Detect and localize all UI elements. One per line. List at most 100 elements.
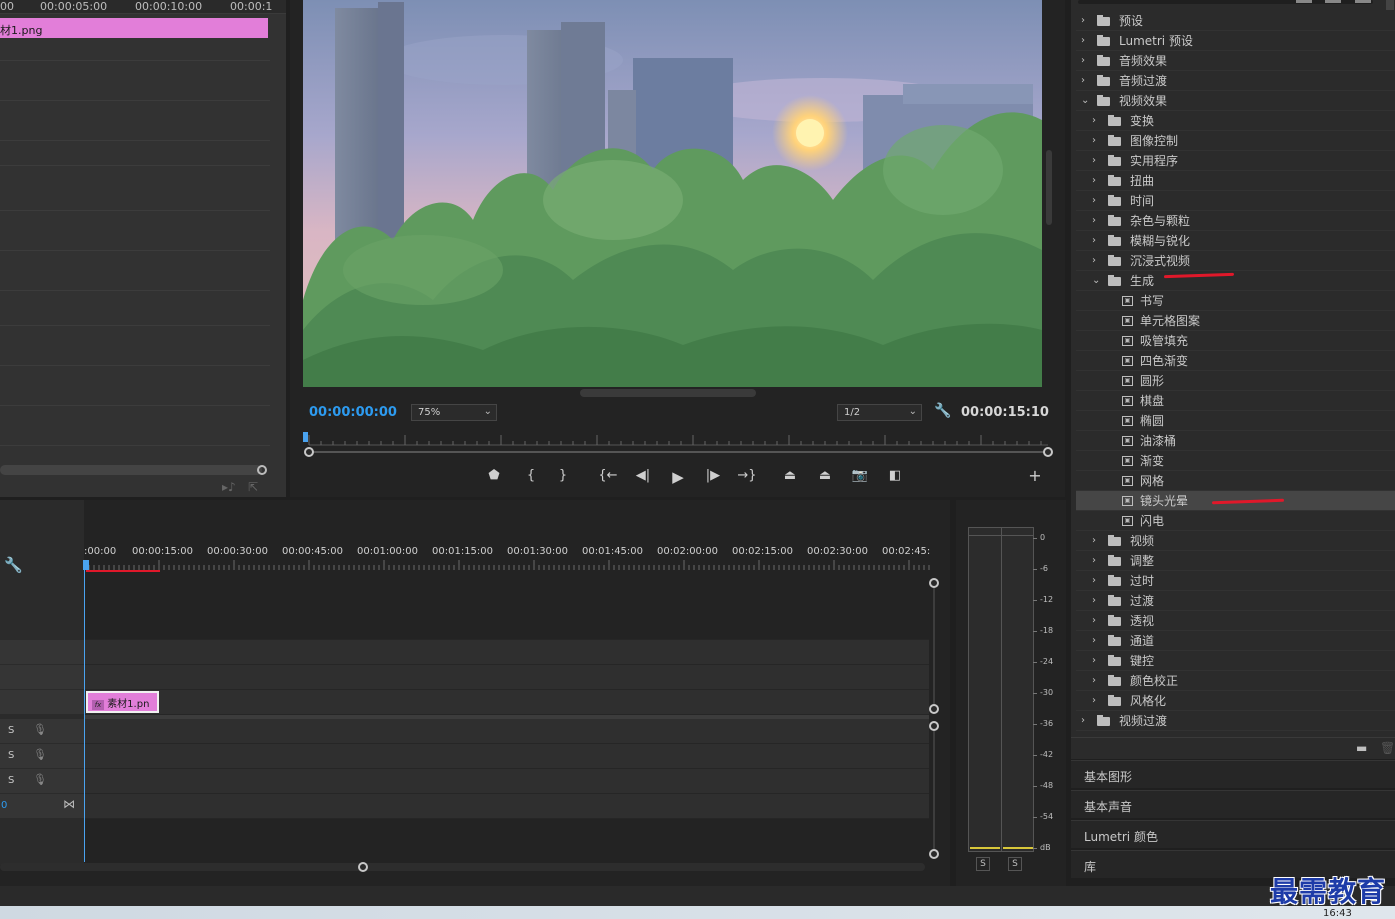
video-scroll-top-handle[interactable] bbox=[929, 578, 939, 588]
microphone-icon[interactable]: 🎙 bbox=[33, 723, 47, 736]
new-bin-icon[interactable] bbox=[1296, 0, 1312, 3]
solo-right-button[interactable]: S bbox=[1008, 857, 1022, 871]
effect-item[interactable]: › 图像控制 bbox=[1076, 131, 1395, 151]
effect-item[interactable]: ▣ 闪电 bbox=[1076, 511, 1395, 531]
microphone-icon[interactable]: 🎙 bbox=[33, 773, 47, 786]
lift-icon[interactable]: ⏏ bbox=[780, 468, 800, 483]
mark-out-icon[interactable]: } bbox=[553, 468, 573, 483]
timeline-zoom-handle[interactable] bbox=[358, 862, 368, 872]
track-header-a1[interactable]: S 🎙 bbox=[0, 719, 84, 744]
chevron-right-icon[interactable]: › bbox=[1092, 571, 1096, 591]
video-scrollbar[interactable] bbox=[933, 588, 935, 704]
source-scrollbar[interactable] bbox=[0, 465, 262, 475]
panel-lumetri-color[interactable]: Lumetri 颜色 bbox=[1071, 820, 1395, 848]
trash-icon[interactable]: 🗑 bbox=[1380, 741, 1395, 755]
chevron-right-icon[interactable]: › bbox=[1092, 631, 1096, 651]
chevron-right-icon[interactable]: › bbox=[1081, 711, 1085, 731]
effect-item[interactable]: › 模糊与锐化 bbox=[1076, 231, 1395, 251]
resolution-dropdown[interactable]: 1/2 ⌄ bbox=[837, 404, 922, 421]
effect-item[interactable]: › 视频 bbox=[1076, 531, 1395, 551]
chevron-down-icon[interactable]: ⌄ bbox=[1092, 271, 1100, 291]
effects-top-scroll[interactable] bbox=[1386, 0, 1394, 10]
master-track[interactable] bbox=[84, 794, 929, 819]
video-track-v1[interactable] bbox=[84, 690, 929, 715]
chevron-down-icon[interactable]: ⌄ bbox=[1081, 91, 1089, 111]
track-header-v2[interactable] bbox=[0, 665, 84, 690]
source-clip[interactable]: 材1.png bbox=[0, 18, 268, 38]
video-scroll-bottom-handle[interactable] bbox=[929, 704, 939, 714]
chevron-right-icon[interactable]: › bbox=[1092, 551, 1096, 571]
effect-item[interactable]: ▣ 圆形 bbox=[1076, 371, 1395, 391]
effect-item[interactable]: › 音频过渡 bbox=[1076, 71, 1395, 91]
effect-item[interactable]: ▣ 吸管填充 bbox=[1076, 331, 1395, 351]
effect-item[interactable]: › 透视 bbox=[1076, 611, 1395, 631]
track-header-a3[interactable]: S 🎙 bbox=[0, 769, 84, 794]
new-folder-icon[interactable]: ▬ bbox=[1356, 741, 1367, 755]
solo-left-button[interactable]: S bbox=[976, 857, 990, 871]
chevron-right-icon[interactable]: › bbox=[1092, 531, 1096, 551]
video-preview[interactable] bbox=[303, 0, 1042, 387]
go-to-out-icon[interactable]: →} bbox=[737, 468, 757, 483]
video-track-v3[interactable] bbox=[84, 640, 929, 665]
effect-item[interactable]: ▣ 渐变 bbox=[1076, 451, 1395, 471]
audio-scroll-bottom-handle[interactable] bbox=[929, 849, 939, 859]
chevron-right-icon[interactable]: › bbox=[1092, 171, 1096, 191]
effect-item[interactable]: › 实用程序 bbox=[1076, 151, 1395, 171]
effect-item[interactable]: › 颜色校正 bbox=[1076, 671, 1395, 691]
zoom-bar-left-handle[interactable] bbox=[304, 447, 314, 457]
go-to-in-icon[interactable]: {← bbox=[598, 468, 618, 483]
microphone-icon[interactable]: 🎙 bbox=[33, 748, 47, 761]
source-time-ruler[interactable]: 00 00:00:05:00 00:00:10:00 00:00:1 bbox=[0, 0, 286, 14]
chevron-right-icon[interactable]: › bbox=[1092, 211, 1096, 231]
chevron-right-icon[interactable]: › bbox=[1092, 131, 1096, 151]
effect-item[interactable]: › 过时 bbox=[1076, 571, 1395, 591]
effect-item[interactable]: ▣ 油漆桶 bbox=[1076, 431, 1395, 451]
audio-scrollbar[interactable] bbox=[933, 731, 935, 849]
audio-track-a3[interactable] bbox=[84, 769, 929, 794]
solo-button[interactable]: S bbox=[8, 750, 14, 761]
zoom-bar-right-handle[interactable] bbox=[1043, 447, 1053, 457]
accelerate-icon[interactable] bbox=[1325, 0, 1341, 3]
chevron-right-icon[interactable]: › bbox=[1092, 671, 1096, 691]
marker-icon[interactable]: ⬟ bbox=[484, 468, 504, 483]
extract-icon[interactable]: ⏏ bbox=[815, 468, 835, 483]
settings-wrench-icon[interactable]: 🔧 bbox=[934, 403, 951, 419]
track-header-a2[interactable]: S 🎙 bbox=[0, 744, 84, 769]
audio-track-a1[interactable] bbox=[84, 719, 929, 744]
chevron-right-icon[interactable]: › bbox=[1092, 151, 1096, 171]
panel-essential-graphics[interactable]: 基本图形 bbox=[1071, 760, 1395, 788]
chevron-right-icon[interactable]: › bbox=[1092, 231, 1096, 251]
chevron-right-icon[interactable]: › bbox=[1081, 51, 1085, 71]
video-track-v2[interactable] bbox=[84, 665, 929, 690]
program-time-ruler[interactable] bbox=[303, 432, 1048, 446]
effect-item[interactable]: ▣ 棋盘 bbox=[1076, 391, 1395, 411]
play-icon[interactable]: ▶ bbox=[668, 468, 688, 486]
chevron-right-icon[interactable]: › bbox=[1092, 691, 1096, 711]
filter-icon[interactable]: ▸♪ bbox=[222, 480, 236, 494]
chevron-right-icon[interactable]: › bbox=[1081, 71, 1085, 91]
go-to-edit-icon[interactable]: ⋈ bbox=[63, 797, 75, 811]
timeline-horizontal-scrollbar[interactable] bbox=[0, 863, 925, 871]
chevron-right-icon[interactable]: › bbox=[1092, 251, 1096, 271]
effect-item[interactable]: ⌄ 视频效果 bbox=[1076, 91, 1395, 111]
chevron-right-icon[interactable]: › bbox=[1092, 651, 1096, 671]
solo-button[interactable]: S bbox=[8, 725, 14, 736]
effect-item[interactable]: ▣ 书写 bbox=[1076, 291, 1395, 311]
program-zoom-bar[interactable] bbox=[309, 451, 1048, 453]
export-icon[interactable]: ⇱ bbox=[248, 480, 258, 494]
track-header-v3[interactable] bbox=[0, 640, 84, 665]
source-scroll-handle[interactable] bbox=[257, 465, 267, 475]
timeline-ruler[interactable]: :00:00 00:00:15:00 00:00:30:00 00:00:45:… bbox=[84, 540, 930, 572]
solo-button[interactable]: S bbox=[8, 775, 14, 786]
playhead-handle[interactable] bbox=[83, 560, 89, 570]
effect-item[interactable]: › 扭曲 bbox=[1076, 171, 1395, 191]
program-vertical-scrollbar[interactable] bbox=[1046, 150, 1052, 225]
chevron-right-icon[interactable]: › bbox=[1092, 191, 1096, 211]
timeline-settings-wrench-icon[interactable]: 🔧 bbox=[4, 556, 23, 574]
playhead-line[interactable] bbox=[84, 562, 85, 862]
step-back-icon[interactable]: ◀| bbox=[633, 468, 653, 483]
effect-item[interactable]: ⌄ 生成 bbox=[1076, 271, 1395, 291]
mark-in-icon[interactable]: { bbox=[521, 468, 541, 483]
compare-icon[interactable]: ◧ bbox=[885, 468, 905, 483]
effect-item[interactable]: › 过渡 bbox=[1076, 591, 1395, 611]
